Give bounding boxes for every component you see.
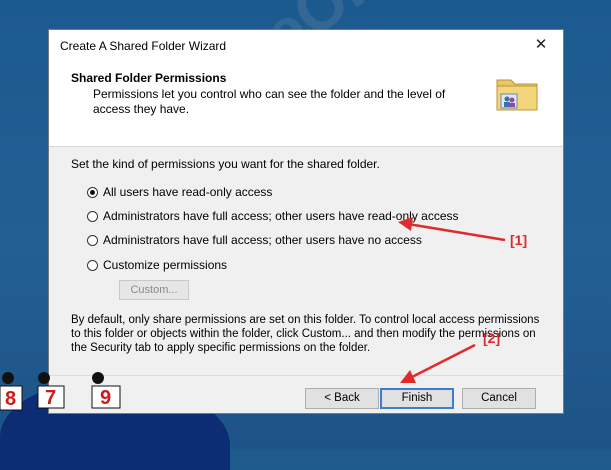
mascot-number: 9	[100, 387, 111, 409]
annotation-1: [1]	[510, 232, 528, 248]
annotation-2: [2]	[483, 330, 501, 346]
mascot-figure: 9	[86, 372, 124, 412]
arrow-1	[407, 222, 506, 242]
mascot-number: 7	[45, 387, 56, 409]
mascot-number: 8	[5, 388, 16, 410]
arrow-2	[409, 343, 476, 380]
arrow-1-head	[398, 217, 413, 231]
mascot-figure: 7	[34, 372, 68, 412]
mascot-figure: 8	[0, 372, 26, 412]
